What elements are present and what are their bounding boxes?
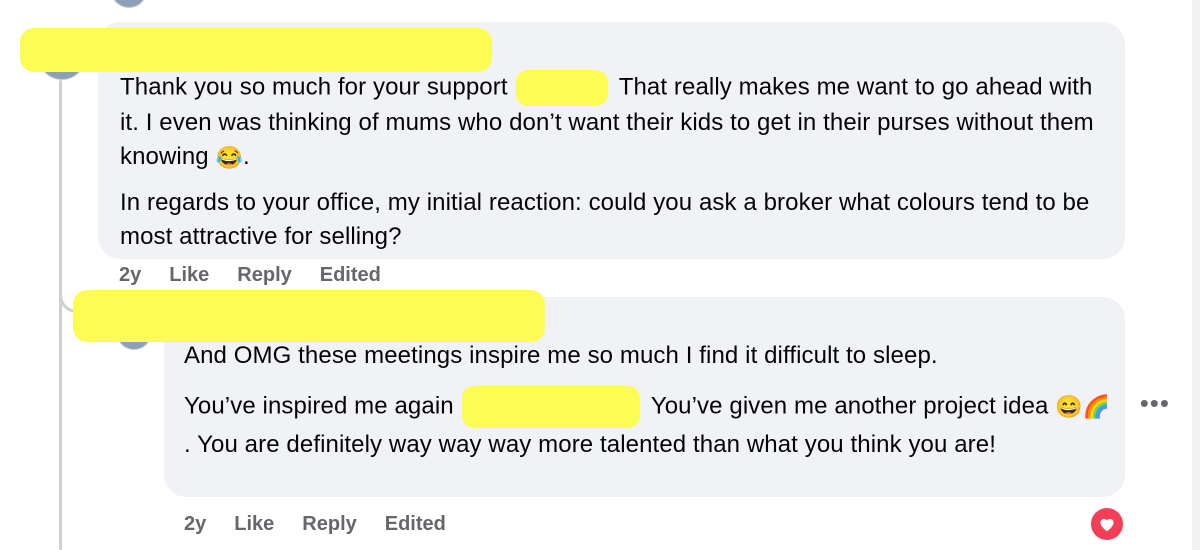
- reply-button[interactable]: Reply: [237, 264, 291, 287]
- reply-actions: 2y Like Reply Edited: [184, 513, 446, 536]
- redacted-name: [516, 70, 609, 106]
- laughing-emoji-icon: 😂: [215, 144, 244, 170]
- more-options-icon[interactable]: •••: [1140, 388, 1170, 419]
- edited-label[interactable]: Edited: [320, 264, 381, 287]
- timestamp[interactable]: 2y: [184, 513, 206, 536]
- reply-button[interactable]: Reply: [302, 513, 356, 536]
- reply-text-part: You’ve inspired me again: [184, 392, 454, 420]
- reply-paragraph: And OMG these meetings inspire me so muc…: [184, 342, 938, 369]
- grinning-emoji-icon: 😄: [1055, 394, 1083, 419]
- timestamp[interactable]: 2y: [119, 264, 141, 287]
- like-button[interactable]: Like: [169, 264, 209, 287]
- reply-text-part: . You are definitely way way way more ta…: [184, 431, 996, 458]
- edited-label[interactable]: Edited: [385, 513, 446, 536]
- previous-comment-edge: [0, 0, 1200, 8]
- redacted-author-name[interactable]: [20, 28, 492, 72]
- reply-text: You’ve inspired me again You’ve given me…: [184, 386, 1114, 462]
- redacted-name: [462, 386, 641, 428]
- scrollbar[interactable]: [1192, 0, 1200, 550]
- comment-text: Thank you so much for your support That …: [120, 70, 1110, 174]
- comment-text-part: .: [243, 143, 250, 170]
- like-button[interactable]: Like: [234, 513, 274, 536]
- previous-avatar[interactable]: [112, 0, 146, 8]
- heart-glyph-icon: [1100, 518, 1114, 532]
- thread-line: [59, 80, 62, 550]
- comment-paragraph: In regards to your office, my initial re…: [120, 189, 1090, 250]
- comment-actions: 2y Like Reply Edited: [119, 264, 381, 287]
- rainbow-emoji-icon: 🌈: [1082, 394, 1111, 419]
- reply-text-part: You’ve given me another project idea: [650, 392, 1049, 420]
- comment-text-part: Thank you so much for your support: [120, 73, 508, 101]
- heart-icon[interactable]: [1091, 508, 1123, 540]
- redacted-author-name[interactable]: [73, 290, 545, 342]
